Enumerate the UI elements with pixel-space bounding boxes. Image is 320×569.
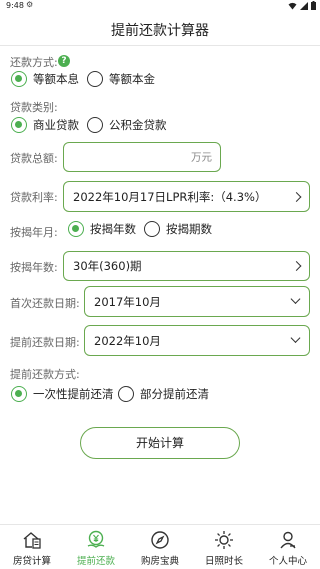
radio-commercial-loan[interactable]: 商业贷款 xyxy=(11,117,79,133)
radio-label: 商业贷款 xyxy=(33,118,79,132)
radio-label: 一次性提前还清 xyxy=(33,387,114,401)
chevron-down-icon xyxy=(290,294,301,305)
first-repay-date-value: 2017年10月 xyxy=(94,294,161,309)
radio-term-years[interactable]: 按揭年数 xyxy=(68,221,136,237)
tab-prepayment[interactable]: 提前还款 xyxy=(64,525,128,569)
prepay-date-dropdown[interactable]: 2022年10月 xyxy=(84,325,310,356)
radio-label: 公积金贷款 xyxy=(109,118,167,132)
compass-icon xyxy=(151,531,169,549)
tab-profile[interactable]: 个人中心 xyxy=(256,525,320,569)
term-years-label: 按揭年数: xyxy=(10,261,58,274)
term-mode-label: 按揭年月: xyxy=(10,226,58,239)
status-time: 9:48 xyxy=(6,1,24,10)
loan-rate-value: 2022年10月17日LPR利率:（4.3%） xyxy=(73,189,267,204)
loan-amount-label: 贷款总额: xyxy=(10,152,58,165)
tab-sunlight[interactable]: 日照时长 xyxy=(192,525,256,569)
radio-selected-icon xyxy=(68,221,84,237)
loan-type-label: 贷款类别: xyxy=(10,101,58,114)
yuan-hand-icon xyxy=(87,530,105,548)
page-title: 提前还款计算器 xyxy=(111,23,209,39)
radio-provident-loan[interactable]: 公积金贷款 xyxy=(87,117,167,133)
sun-icon xyxy=(215,531,233,549)
tab-mortgage-calc[interactable]: 房贷计算 xyxy=(0,525,64,569)
loan-rate-label: 贷款利率: xyxy=(10,191,58,204)
tab-home-guide[interactable]: 购房宝典 xyxy=(128,525,192,569)
radio-unselected-icon xyxy=(87,71,103,87)
radio-label: 等额本金 xyxy=(109,72,155,86)
loan-amount-input[interactable]: 万元 xyxy=(63,142,221,172)
prepay-date-label: 提前还款日期: xyxy=(10,336,80,349)
tab-label: 日照时长 xyxy=(204,556,243,567)
radio-unselected-icon xyxy=(87,117,103,133)
wifi-icon xyxy=(288,2,297,9)
user-icon xyxy=(280,531,296,549)
radio-unselected-icon xyxy=(118,386,134,402)
first-repay-date-dropdown[interactable]: 2017年10月 xyxy=(84,286,310,317)
start-calc-button[interactable]: 开始计算 xyxy=(80,427,240,459)
tab-label: 房贷计算 xyxy=(12,556,51,567)
radio-full-prepay[interactable]: 一次性提前还清 xyxy=(11,386,114,402)
prepay-date-value: 2022年10月 xyxy=(94,333,161,348)
radio-selected-icon xyxy=(11,117,27,133)
tab-label: 个人中心 xyxy=(268,556,307,567)
radio-unselected-icon xyxy=(144,221,160,237)
radio-label: 按揭年数 xyxy=(90,222,136,236)
status-icons xyxy=(288,1,316,10)
term-years-selector[interactable]: 30年(360)期 xyxy=(63,251,310,281)
radio-selected-icon xyxy=(11,386,27,402)
radio-partial-prepay[interactable]: 部分提前还清 xyxy=(118,386,209,402)
radio-label: 部分提前还清 xyxy=(140,387,209,401)
radio-label: 按揭期数 xyxy=(166,222,212,236)
radio-equal-principal[interactable]: 等额本金 xyxy=(87,71,155,87)
loan-amount-unit: 万元 xyxy=(191,151,212,164)
bottom-tab-bar: 房贷计算 提前还款 购房宝典 日照时长 个人中心 xyxy=(0,524,320,569)
status-bar: 9:48 ⚙ xyxy=(0,0,320,12)
prepay-method-label: 提前还款方式: xyxy=(10,368,80,381)
loan-rate-selector[interactable]: 2022年10月17日LPR利率:（4.3%） xyxy=(63,181,310,212)
tab-label: 购房宝典 xyxy=(140,556,179,567)
radio-equal-installment[interactable]: 等额本息 xyxy=(11,71,79,87)
tab-label: 提前还款 xyxy=(76,556,115,567)
chevron-right-icon xyxy=(291,261,302,271)
settings-status-icon: ⚙ xyxy=(26,0,34,9)
title-bar: 提前还款计算器 xyxy=(0,12,320,46)
battery-icon xyxy=(311,1,316,10)
radio-selected-icon xyxy=(11,71,27,87)
first-repay-date-label: 首次还款日期: xyxy=(10,297,80,310)
radio-label: 等额本息 xyxy=(33,72,79,86)
repay-method-label: 还款方式: xyxy=(10,56,58,69)
term-years-value: 30年(360)期 xyxy=(73,259,142,273)
chevron-down-icon xyxy=(290,333,301,344)
house-calc-icon xyxy=(23,532,41,549)
chevron-right-icon xyxy=(291,191,302,202)
radio-term-periods[interactable]: 按揭期数 xyxy=(144,221,212,237)
signal-icon xyxy=(300,1,308,10)
help-icon[interactable]: ? xyxy=(58,55,70,67)
